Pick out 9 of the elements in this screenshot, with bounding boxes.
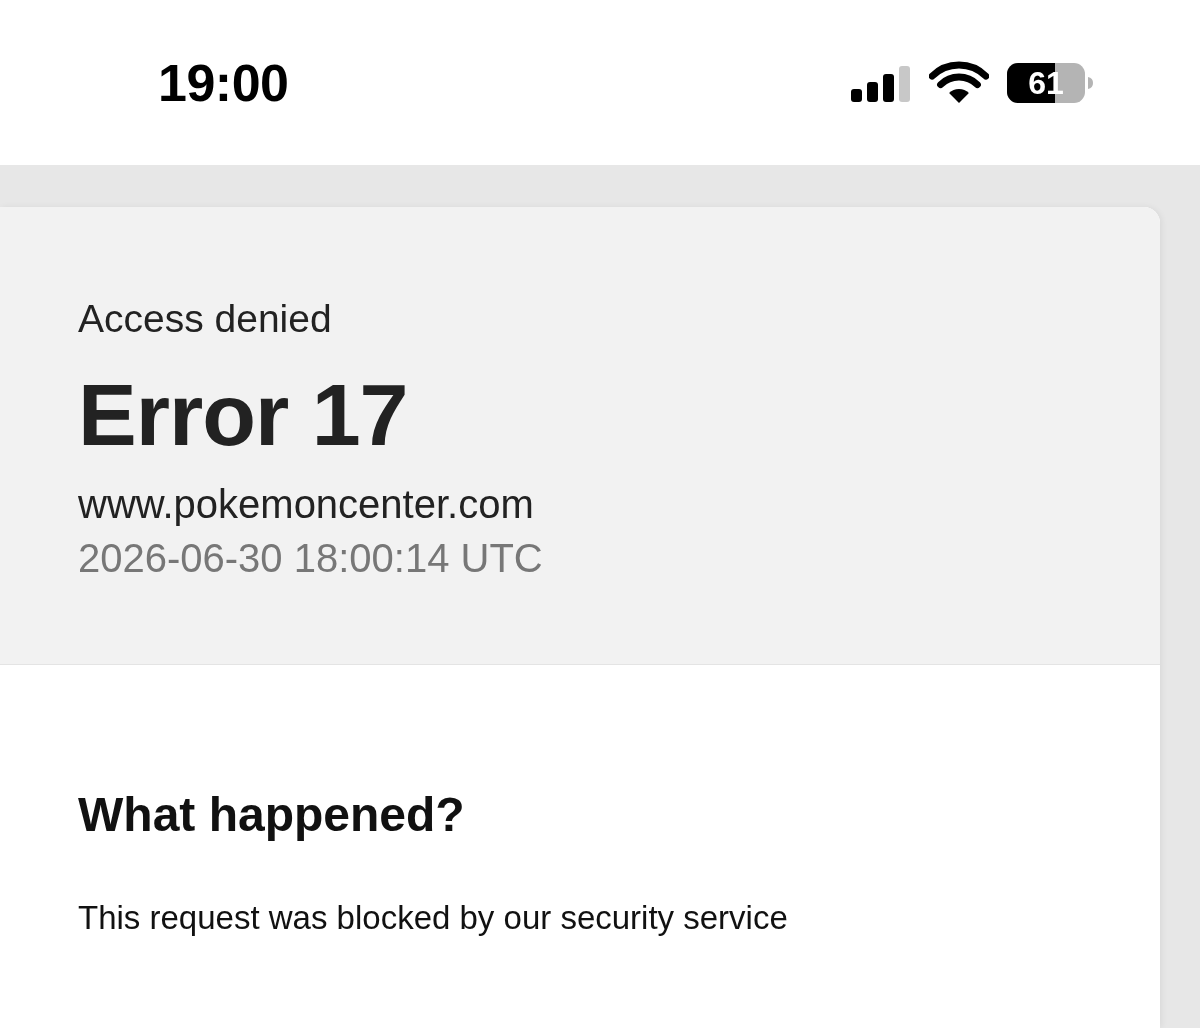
timestamp: 2026-06-30 18:00:14 UTC (78, 535, 544, 582)
section-heading: What happened? (78, 787, 466, 843)
host-name: www.pokemoncenter.com (78, 481, 535, 528)
wifi-icon (929, 60, 989, 105)
status-time: 19:00 (158, 56, 289, 109)
signal-icon (851, 63, 911, 102)
section-body: This request was blocked by our security service (78, 898, 789, 938)
status-label: Access denied (78, 296, 333, 342)
error-title: Error 17 (78, 365, 409, 465)
